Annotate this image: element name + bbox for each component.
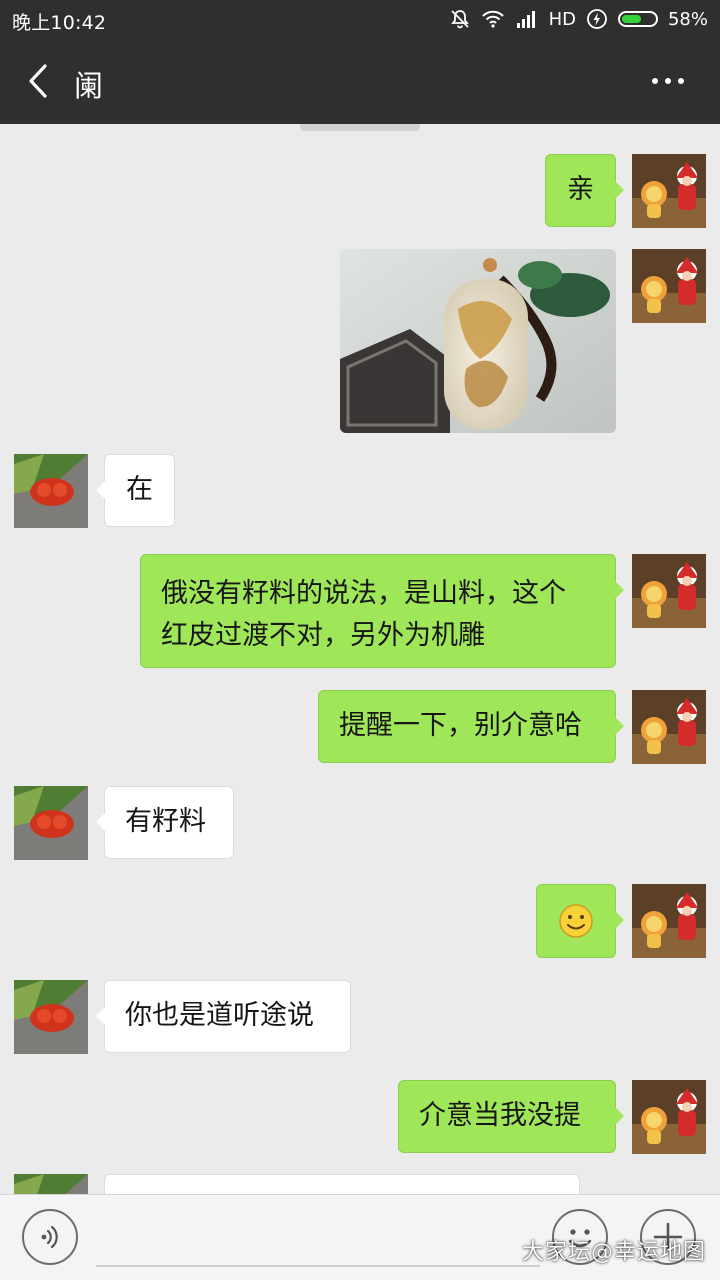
message-bubble-sent[interactable]: 提醒一下，别介意哈 (318, 690, 624, 763)
voice-icon (41, 1225, 58, 1249)
my-avatar[interactable] (632, 884, 706, 958)
message-bubble-received[interactable]: 在 (96, 454, 175, 527)
chat-header: 阑 (0, 38, 720, 124)
message-text-line: 红皮过渡不对，另外为机雕 (161, 620, 485, 651)
status-bar: 晚上10:42 HD 58% (0, 0, 720, 38)
message-text: 你也是道听途说 (125, 1000, 314, 1031)
signal-icon (515, 9, 539, 29)
alarm-off-icon (449, 8, 471, 30)
back-button[interactable] (18, 60, 58, 102)
watermark-text: 大家坛@幸运地图 (521, 1240, 706, 1265)
contact-avatar[interactable] (14, 980, 88, 1054)
avatar-image (632, 690, 706, 764)
avatar-image (14, 1174, 88, 1194)
message-bubble-received[interactable] (104, 1174, 580, 1194)
message-list[interactable]: 亲 在 俄没有籽料的说法，是山料，这个 红皮过渡不对，另外为机雕 提醒一下，别介… (0, 124, 720, 1194)
message-bubble-sent[interactable]: 俄没有籽料的说法，是山料，这个 红皮过渡不对，另外为机雕 (140, 554, 624, 668)
more-button[interactable] (638, 64, 698, 98)
message-text: 有籽料 (125, 806, 206, 837)
my-avatar[interactable] (632, 249, 706, 323)
chat-title: 阑 (74, 69, 104, 103)
battery-icon (617, 11, 658, 27)
wifi-icon (481, 9, 505, 29)
my-avatar[interactable] (632, 1080, 706, 1154)
more-dots-icon (652, 78, 658, 84)
message-bubble-received[interactable]: 有籽料 (96, 786, 234, 859)
contact-avatar[interactable] (14, 1174, 88, 1194)
contact-avatar[interactable] (14, 454, 88, 528)
my-avatar[interactable] (632, 554, 706, 628)
battery-percent: 58% (667, 8, 708, 30)
avatar-image (632, 249, 706, 323)
avatar-image (14, 980, 88, 1054)
message-input[interactable] (96, 1215, 540, 1267)
message-text: 亲 (567, 174, 594, 205)
avatar-image (14, 454, 88, 528)
my-avatar[interactable] (632, 690, 706, 764)
network-type: HD (548, 8, 576, 30)
jade-pendant-photo (340, 249, 616, 433)
avatar-image (14, 786, 88, 860)
message-bubble-sent[interactable]: 亲 (545, 154, 624, 227)
avatar-image (632, 1080, 706, 1154)
image-message[interactable] (340, 249, 616, 433)
avatar-image (632, 554, 706, 628)
message-text: 介意当我没提 (419, 1100, 581, 1131)
smile-emoji (559, 904, 593, 938)
chevron-left-icon (29, 64, 47, 98)
message-text-line: 俄没有籽料的说法，是山料，这个 (161, 578, 566, 609)
avatar-image (632, 154, 706, 228)
message-bubble-received[interactable]: 你也是道听途说 (96, 980, 351, 1053)
message-bubble-sent[interactable]: 介意当我没提 (398, 1080, 624, 1153)
voice-button[interactable] (22, 1209, 78, 1265)
status-time: 晚上10:42 (12, 12, 107, 34)
battery-level-fill (621, 15, 641, 23)
contact-avatar[interactable] (14, 786, 88, 860)
avatar-image (632, 884, 706, 958)
pull-indicator (300, 124, 420, 131)
charging-icon (586, 8, 608, 30)
my-avatar[interactable] (632, 154, 706, 228)
message-text: 在 (126, 474, 153, 505)
message-text: 提醒一下，别介意哈 (339, 710, 582, 741)
message-bubble-sent[interactable] (536, 884, 624, 958)
status-icons: HD 58% (449, 4, 708, 34)
